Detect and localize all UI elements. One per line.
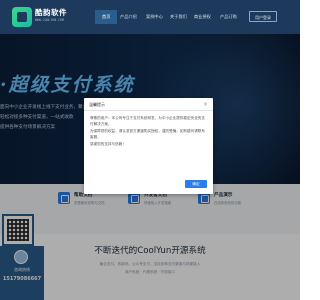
ok-button[interactable]: 确定: [185, 180, 207, 188]
close-icon[interactable]: ×: [202, 101, 209, 108]
logo-subtitle: WWW.COOLYUN.COM: [35, 18, 64, 22]
logo-text[interactable]: 酷韵软件: [35, 7, 67, 18]
nav-products[interactable]: 产品介绍: [120, 12, 137, 22]
dialog-body: 尊敬的用户：本公司专注于支付系统研发，为中小企业提供稳定安全的支付解决方案。 为…: [84, 111, 213, 155]
top-navbar: 酷韵软件 WWW.COOLYUN.COM 首页 产品介绍 案例中心 关于我们 商…: [0, 0, 300, 34]
nav-cases[interactable]: 案例中心: [146, 12, 163, 22]
dialog-paragraph: 为保障您的权益，请认准官方渠道购买授权，谨防受骗。如有疑问请联系客服。: [90, 129, 205, 139]
nav-home[interactable]: 首页: [95, 10, 118, 24]
logo-icon[interactable]: [12, 7, 32, 27]
nav-about[interactable]: 关于我们: [170, 12, 187, 22]
nav-order[interactable]: 产品订购: [220, 12, 237, 22]
notice-dialog: 温馨提示 × 尊敬的用户：本公司专注于支付系统研发，为中小企业提供稳定安全的支付…: [84, 98, 213, 194]
dialog-title: 温馨提示: [84, 98, 213, 111]
dialog-paragraph: 感谢您的支持与信赖！: [90, 142, 126, 147]
dialog-paragraph: 尊敬的用户：本公司专注于支付系统研发，为中小企业提供稳定安全的支付解决方案。: [90, 116, 205, 126]
nav-license[interactable]: 商业授权: [194, 12, 211, 22]
login-button[interactable]: 用户登录: [249, 11, 277, 22]
